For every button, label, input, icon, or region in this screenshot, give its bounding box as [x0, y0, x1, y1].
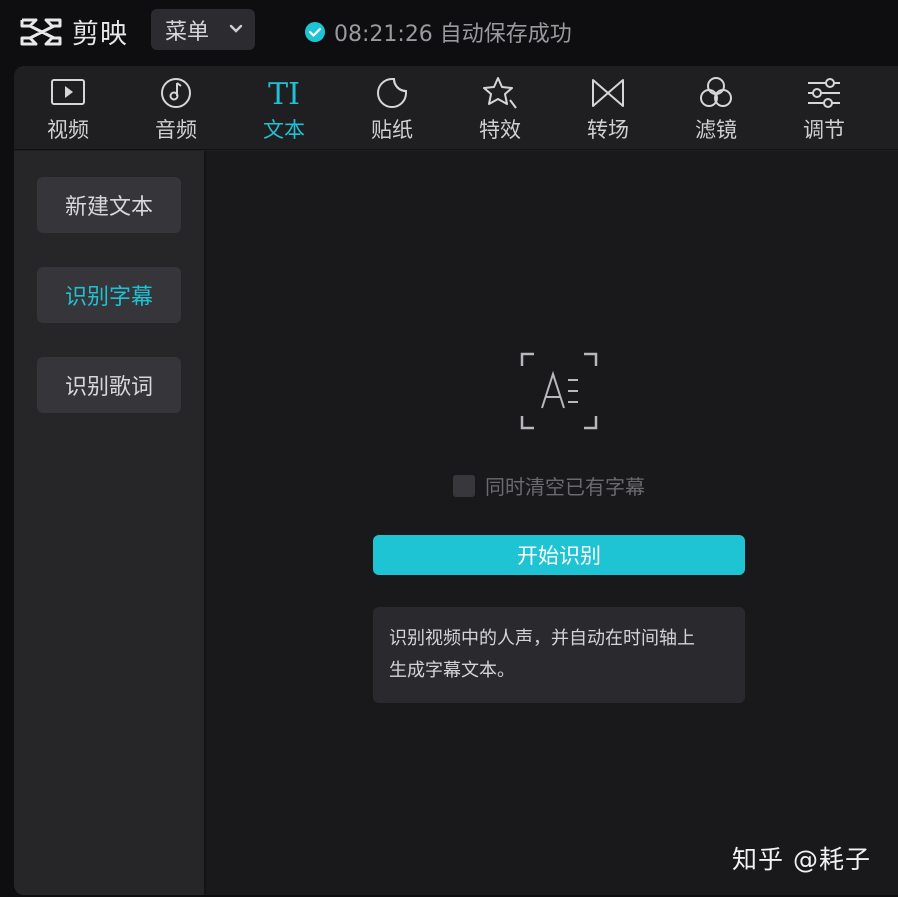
audio-icon: [161, 78, 191, 108]
tab-label: 滤镜: [695, 118, 737, 142]
app-name: 剪映: [72, 19, 128, 50]
menu-button-label: 菜单: [165, 19, 210, 45]
capcut-logo-icon: [20, 18, 62, 45]
check-circle-icon: [305, 22, 325, 42]
tab-video[interactable]: 视频: [14, 66, 122, 150]
tab-label: 贴纸: [371, 118, 413, 142]
clear-subtitles-option[interactable]: 同时清空已有字幕: [453, 471, 645, 500]
start-recognition-button[interactable]: 开始识别: [373, 535, 745, 575]
zhihu-watermark: 知乎 @耗子: [732, 845, 871, 874]
tab-label: 特效: [479, 118, 521, 142]
tab-adjust[interactable]: 调节: [770, 66, 878, 150]
clear-subtitles-label: 同时清空已有字幕: [485, 475, 645, 499]
tab-sticker[interactable]: 贴纸: [338, 66, 446, 150]
tab-bar: 视频 音频 TI 文本 贴纸 特效 转场 滤镜 调节: [14, 66, 898, 150]
top-bar: 剪映 菜单 08:21:26 自动保存成功: [0, 0, 898, 64]
text-sidebar: 新建文本 识别字幕 识别歌词: [14, 151, 206, 895]
tab-filter[interactable]: 滤镜: [662, 66, 770, 150]
video-icon: [51, 79, 85, 105]
sidebar-item-new-text[interactable]: 新建文本: [37, 177, 181, 233]
tab-effects[interactable]: 特效: [446, 66, 554, 150]
tab-text[interactable]: TI 文本: [230, 66, 338, 150]
subtitle-recognition-icon: [520, 352, 598, 430]
description-line: 生成字幕文本。: [389, 660, 515, 681]
save-status-text: 08:21:26 自动保存成功: [334, 22, 572, 47]
sticker-icon: [377, 78, 407, 108]
tab-label: 调节: [803, 118, 845, 142]
sidebar-item-recognize-subtitles[interactable]: 识别字幕: [37, 267, 181, 323]
sidebar-item-recognize-lyrics[interactable]: 识别歌词: [37, 357, 181, 413]
menu-button[interactable]: 菜单: [151, 9, 255, 50]
transition-icon: [592, 79, 624, 107]
tab-label: 视频: [47, 118, 89, 142]
tab-label: 转场: [587, 118, 629, 142]
effects-icon: [483, 77, 517, 109]
text-icon: TI: [268, 77, 300, 112]
tab-transition[interactable]: 转场: [554, 66, 662, 150]
recognition-description: 识别视频中的人声，并自动在时间轴上 生成字幕文本。: [373, 607, 745, 703]
save-status: 08:21:26 自动保存成功: [304, 16, 572, 48]
app-logo: 剪映: [18, 12, 128, 51]
adjust-icon: [808, 78, 840, 108]
editor-panel: 视频 音频 TI 文本 贴纸 特效 转场 滤镜 调节 新建文本 识别字幕 识别歌…: [14, 66, 898, 895]
description-line: 识别视频中的人声，并自动在时间轴上: [389, 628, 695, 649]
filter-icon: [700, 77, 732, 107]
clear-subtitles-checkbox[interactable]: [453, 474, 475, 497]
chevron-down-icon: [229, 24, 243, 33]
tab-label: 音频: [155, 118, 197, 142]
subtitle-recognition-area: 同时清空已有字幕 开始识别 识别视频中的人声，并自动在时间轴上 生成字幕文本。: [206, 151, 898, 895]
tab-label: 文本: [263, 118, 305, 142]
svg-text:TI: TI: [268, 77, 300, 112]
tab-audio[interactable]: 音频: [122, 66, 230, 150]
